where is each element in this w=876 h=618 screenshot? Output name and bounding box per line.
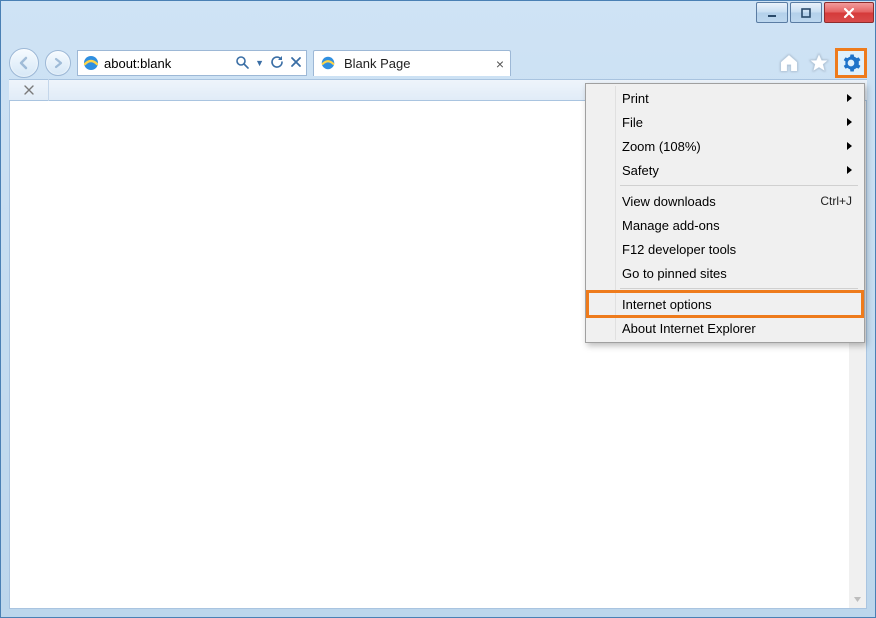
submenu-arrow-icon bbox=[847, 142, 852, 150]
home-icon bbox=[778, 52, 800, 74]
menu-item-label: Print bbox=[622, 91, 847, 106]
menu-item-label: View downloads bbox=[622, 194, 820, 209]
ie-logo-icon bbox=[320, 55, 338, 73]
menu-item-label: Safety bbox=[622, 163, 847, 178]
tools-button[interactable] bbox=[835, 48, 867, 78]
gear-icon bbox=[841, 53, 861, 73]
menu-item-label: File bbox=[622, 115, 847, 130]
menu-item-file[interactable]: File bbox=[588, 110, 862, 134]
close-icon bbox=[842, 7, 856, 19]
menu-separator bbox=[620, 185, 858, 186]
maximize-icon bbox=[800, 7, 812, 19]
menu-item-label: About Internet Explorer bbox=[622, 321, 852, 336]
dropdown-arrow-icon[interactable]: ▼ bbox=[255, 58, 264, 68]
browser-tab[interactable]: Blank Page × bbox=[313, 50, 511, 76]
maximize-button[interactable] bbox=[790, 2, 822, 23]
menu-item-print[interactable]: Print bbox=[588, 86, 862, 110]
titlebar bbox=[1, 1, 875, 37]
menu-item-label: Manage add-ons bbox=[622, 218, 852, 233]
menu-item-zoom[interactable]: Zoom (108%) bbox=[588, 134, 862, 158]
search-icon[interactable] bbox=[235, 55, 249, 72]
back-button[interactable] bbox=[9, 48, 39, 78]
menu-item-shortcut: Ctrl+J bbox=[820, 194, 852, 208]
tab-title: Blank Page bbox=[344, 56, 490, 71]
menu-item-f12-tools[interactable]: F12 developer tools bbox=[588, 237, 862, 261]
forward-arrow-icon bbox=[51, 56, 65, 70]
address-bar[interactable]: about:blank ▼ bbox=[77, 50, 307, 76]
browser-window: about:blank ▼ Blank Page × bbox=[0, 0, 876, 618]
tools-menu: Print File Zoom (108%) Safety View downl… bbox=[585, 83, 865, 343]
menu-item-safety[interactable]: Safety bbox=[588, 158, 862, 182]
address-actions: ▼ bbox=[235, 55, 302, 72]
tab-close-icon[interactable]: × bbox=[496, 56, 504, 72]
minimize-button[interactable] bbox=[756, 2, 788, 23]
address-url: about:blank bbox=[104, 56, 231, 71]
submenu-arrow-icon bbox=[847, 94, 852, 102]
home-button[interactable] bbox=[775, 49, 803, 77]
menu-item-pinned-sites[interactable]: Go to pinned sites bbox=[588, 261, 862, 285]
menu-separator bbox=[620, 288, 858, 289]
star-icon bbox=[808, 52, 830, 74]
favorites-button[interactable] bbox=[805, 49, 833, 77]
close-x-icon bbox=[24, 85, 34, 95]
stop-icon[interactable] bbox=[290, 55, 302, 71]
scroll-down-icon[interactable] bbox=[849, 591, 866, 608]
menu-item-label: Internet options bbox=[622, 297, 852, 312]
ie-logo-icon bbox=[82, 54, 100, 72]
menu-item-manage-addons[interactable]: Manage add-ons bbox=[588, 213, 862, 237]
menu-item-view-downloads[interactable]: View downloads Ctrl+J bbox=[588, 189, 862, 213]
back-arrow-icon bbox=[16, 55, 32, 71]
menu-item-label: F12 developer tools bbox=[622, 242, 852, 257]
menu-item-about[interactable]: About Internet Explorer bbox=[588, 316, 862, 340]
submenu-arrow-icon bbox=[847, 166, 852, 174]
submenu-arrow-icon bbox=[847, 118, 852, 126]
menu-item-internet-options[interactable]: Internet options bbox=[588, 292, 862, 316]
menu-item-label: Zoom (108%) bbox=[622, 139, 847, 154]
refresh-icon[interactable] bbox=[270, 55, 284, 72]
menu-item-label: Go to pinned sites bbox=[622, 266, 852, 281]
forward-button[interactable] bbox=[45, 50, 71, 76]
window-controls bbox=[756, 2, 874, 23]
nav-toolbar: about:blank ▼ Blank Page × bbox=[9, 47, 867, 79]
mini-tab-close[interactable] bbox=[9, 79, 49, 101]
close-button[interactable] bbox=[824, 2, 874, 23]
right-toolbar bbox=[775, 47, 867, 79]
minimize-icon bbox=[766, 7, 778, 19]
